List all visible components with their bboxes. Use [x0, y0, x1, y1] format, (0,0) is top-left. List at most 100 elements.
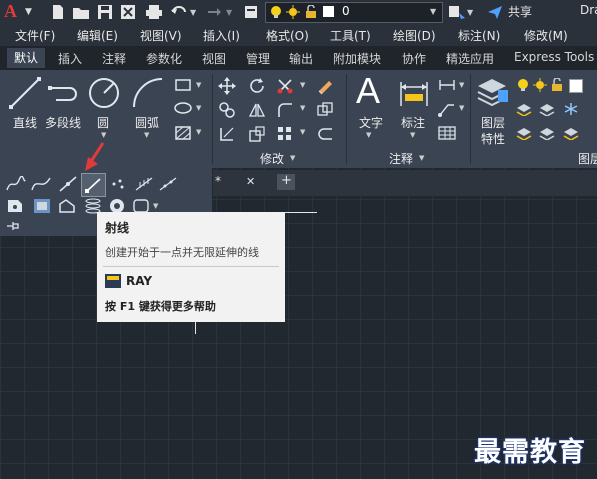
text-tool-icon[interactable]: A [356, 70, 380, 112]
dimension-tool-icon[interactable] [398, 78, 430, 110]
linear-dimension-dropdown-icon[interactable]: ▼ [459, 81, 464, 89]
layer-tool-icon[interactable] [563, 126, 579, 140]
region-icon[interactable] [6, 198, 24, 214]
layer-tool-icon[interactable] [516, 102, 532, 116]
menu-edit[interactable]: 编辑(E) [77, 27, 118, 44]
move-icon[interactable] [218, 77, 236, 95]
menu-modify[interactable]: 修改(M) [524, 27, 568, 44]
tab-collaborate[interactable]: 协作 [402, 50, 426, 67]
ellipse-dropdown-icon[interactable]: ▼ [196, 104, 201, 112]
pin-panel-icon[interactable] [6, 220, 20, 232]
annotation-panel-expand-icon[interactable]: ▼ [419, 154, 424, 162]
boundary-dropdown-icon[interactable]: ▼ [153, 202, 158, 210]
undo-dropdown-icon[interactable]: ▼ [190, 8, 196, 24]
circle-dropdown-icon[interactable]: ▼ [101, 131, 106, 139]
construction-line-icon[interactable] [58, 176, 78, 192]
layer-state-lock-icon[interactable] [550, 78, 564, 92]
array-dropdown-icon[interactable]: ▼ [300, 128, 305, 136]
erase-icon[interactable] [316, 77, 334, 95]
explode-icon[interactable] [316, 101, 334, 119]
spline-cv-icon[interactable] [31, 176, 51, 192]
array-icon[interactable] [276, 125, 294, 143]
new-file-icon[interactable] [50, 4, 66, 20]
menu-dimension[interactable]: 标注(N) [458, 27, 500, 44]
save-icon[interactable] [97, 4, 113, 20]
arc-tool-icon[interactable] [131, 76, 165, 110]
mirror-icon[interactable] [248, 101, 266, 119]
polyline-tool-icon[interactable] [47, 78, 83, 108]
tab-express-tools[interactable]: Express Tools [514, 50, 594, 64]
arc-dropdown-icon[interactable]: ▼ [144, 131, 149, 139]
layer-tool-icon[interactable] [516, 126, 532, 140]
layer-tool-icon[interactable] [539, 102, 555, 116]
dimension-dropdown-icon[interactable]: ▼ [410, 131, 415, 139]
circle-tool-icon[interactable] [87, 76, 121, 110]
layer-color-swatch[interactable] [569, 79, 583, 93]
tab-default[interactable]: 默认 [7, 48, 46, 68]
stretch-icon[interactable] [218, 125, 236, 143]
tab-view[interactable]: 视图 [202, 50, 226, 67]
table-icon[interactable] [438, 125, 456, 141]
multiple-points-icon[interactable] [108, 176, 128, 192]
leader-dropdown-icon[interactable]: ▼ [459, 104, 464, 112]
circle-tool-label[interactable]: 圆 [97, 114, 109, 131]
tab-output[interactable]: 输出 [289, 50, 313, 67]
menu-draw[interactable]: 绘图(D) [393, 27, 436, 44]
layers-panel-label[interactable]: 图层 [578, 150, 597, 167]
tab-insert[interactable]: 插入 [58, 50, 82, 67]
divide-icon[interactable] [134, 176, 154, 192]
copy-icon[interactable] [218, 101, 236, 119]
trim-dropdown-icon[interactable]: ▼ [300, 81, 305, 89]
tab-addins[interactable]: 附加模块 [333, 50, 381, 67]
text-tool-label[interactable]: 文字 [359, 114, 383, 131]
app-logo[interactable]: A [4, 1, 17, 21]
rectangle-tool-icon[interactable] [174, 78, 192, 92]
layer-state-sun-icon[interactable] [533, 78, 547, 92]
text-dropdown-icon[interactable]: ▼ [366, 131, 371, 139]
dimension-tool-label[interactable]: 标注 [401, 114, 425, 131]
layer-state-bulb-icon[interactable] [516, 78, 530, 92]
redo-icon[interactable] [205, 4, 223, 20]
hatch-tool-icon[interactable] [174, 125, 192, 141]
layer-tool-icon[interactable] [539, 126, 555, 140]
layer-dropdown[interactable]: 0 ▼ [265, 2, 443, 23]
menu-file[interactable]: 文件(F) [15, 27, 55, 44]
arc-tool-label[interactable]: 圆弧 [135, 114, 159, 131]
wipeout-icon[interactable] [33, 198, 51, 214]
layer-properties-label-1[interactable]: 图层 [481, 114, 505, 131]
menu-insert[interactable]: 插入(I) [203, 27, 240, 44]
app-menu-chevron-icon[interactable]: ▼ [25, 7, 32, 23]
tab-featured-apps[interactable]: 精选应用 [446, 50, 494, 67]
menu-view[interactable]: 视图(V) [140, 27, 182, 44]
leader-icon[interactable] [438, 101, 456, 117]
line-tool-label[interactable]: 直线 [13, 114, 37, 131]
document-tab-label[interactable]: * [215, 174, 221, 188]
rotate-icon[interactable] [248, 77, 266, 95]
modify-panel-label[interactable]: 修改 [260, 150, 284, 167]
workspace-icon[interactable] [447, 4, 467, 20]
linear-dimension-icon[interactable] [438, 78, 456, 92]
layer-properties-label-2[interactable]: 特性 [481, 130, 505, 147]
save-as-icon[interactable] [120, 4, 136, 20]
menu-tools[interactable]: 工具(T) [330, 27, 371, 44]
workspace-dropdown-icon[interactable]: ▼ [467, 8, 473, 24]
layer-freeze-icon[interactable] [563, 102, 579, 116]
measure-icon[interactable] [158, 176, 178, 192]
fillet-icon[interactable] [276, 101, 294, 119]
fillet-dropdown-icon[interactable]: ▼ [300, 104, 305, 112]
scale-icon[interactable] [248, 125, 266, 143]
menu-format[interactable]: 格式(O) [266, 27, 309, 44]
rectangle-dropdown-icon[interactable]: ▼ [196, 81, 201, 89]
redo-dropdown-icon[interactable]: ▼ [226, 8, 232, 24]
add-tab-icon[interactable]: + [281, 173, 292, 188]
ray-tool-button[interactable] [81, 173, 106, 197]
modify-panel-expand-icon[interactable]: ▼ [290, 154, 295, 162]
layer-properties-icon[interactable] [476, 76, 510, 108]
spline-fit-icon[interactable] [6, 176, 26, 192]
share-label[interactable]: 共享 [508, 3, 532, 19]
open-folder-icon[interactable] [72, 4, 90, 20]
line-tool-icon[interactable] [8, 76, 42, 110]
plot-icon[interactable] [145, 4, 163, 20]
revision-cloud-icon[interactable] [58, 198, 76, 214]
tab-parametric[interactable]: 参数化 [146, 50, 182, 67]
